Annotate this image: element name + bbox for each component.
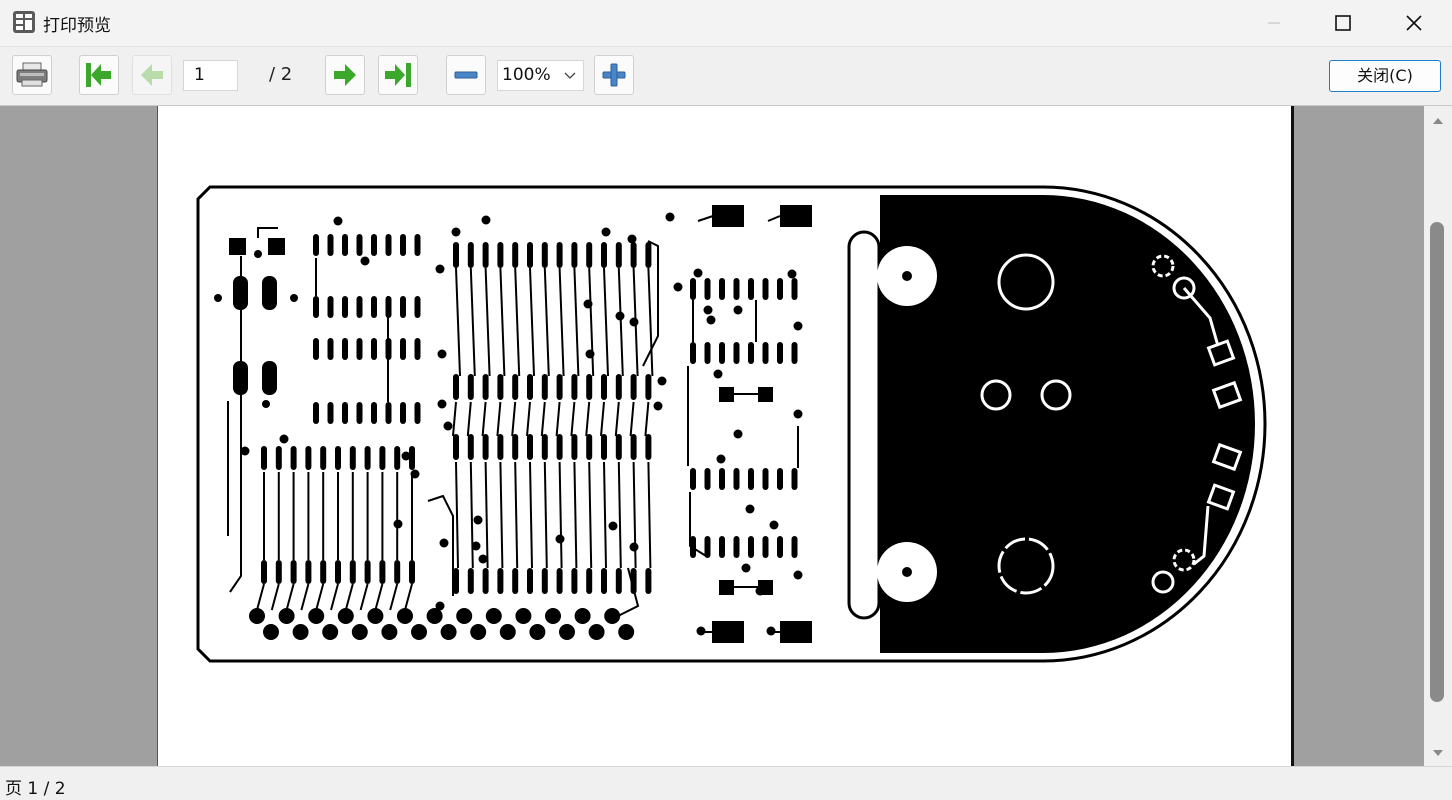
pcb-layout-image [196, 185, 1267, 663]
previous-page-button[interactable] [132, 55, 172, 95]
minimize-icon [1268, 22, 1280, 24]
print-button[interactable] [12, 55, 52, 95]
preview-area[interactable] [0, 106, 1424, 766]
maximize-icon [1335, 15, 1351, 31]
previous-page-icon [141, 64, 163, 86]
zoom-in-button[interactable] [594, 55, 634, 95]
status-bar: 页 1 / 2 [0, 766, 1452, 800]
close-window-button[interactable] [1385, 0, 1443, 46]
scroll-down-icon[interactable] [1431, 748, 1445, 758]
first-page-button[interactable] [79, 55, 119, 95]
scroll-up-icon[interactable] [1431, 116, 1445, 126]
printer-icon [16, 62, 48, 87]
zoom-value: 100% [502, 65, 551, 85]
chevron-down-icon [564, 61, 576, 100]
next-page-button[interactable] [325, 55, 365, 95]
last-page-icon [385, 63, 411, 87]
document-grid-icon [13, 11, 35, 33]
zoom-out-button[interactable] [446, 55, 486, 95]
vertical-scrollbar[interactable] [1424, 106, 1452, 766]
minimize-button[interactable] [1245, 0, 1303, 46]
print-preview-window: 打印预览 1 / 2 100% 关闭(C) 页 1 / 2 [0, 0, 1452, 800]
last-page-button[interactable] [378, 55, 418, 95]
title-bar: 打印预览 [0, 0, 1452, 47]
page-total-label: / 2 [269, 64, 293, 85]
page-status: 页 1 / 2 [5, 779, 66, 799]
scrollbar-thumb[interactable] [1430, 222, 1444, 702]
maximize-button[interactable] [1314, 0, 1372, 46]
next-page-icon [334, 64, 356, 86]
zoom-in-icon [602, 63, 626, 87]
zoom-out-icon [454, 71, 478, 79]
close-icon [1406, 15, 1422, 31]
first-page-icon [86, 63, 111, 87]
close-button[interactable]: 关闭(C) [1329, 60, 1441, 92]
zoom-select[interactable]: 100% [497, 60, 584, 91]
window-title: 打印预览 [43, 16, 111, 36]
page-number-input[interactable]: 1 [183, 60, 238, 91]
preview-page [157, 106, 1294, 766]
